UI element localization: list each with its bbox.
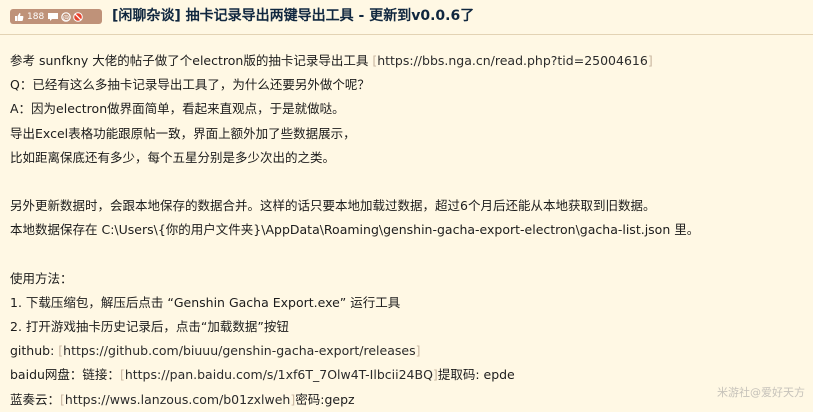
body-line-question: Q：已经有这么多抽卡记录导出工具了，为什么还要另外做个呢？	[10, 77, 370, 93]
baidu-label: baidu网盘：链接：	[10, 367, 120, 383]
bracket-right: ]	[415, 343, 421, 359]
baidu-code: 提取码: epde	[437, 367, 515, 383]
body-line-reference: 参考 sunfkny 大佬的帖子做了个electron版的抽卡记录导出工具 [h…	[10, 49, 805, 73]
post-body: 参考 sunfkny 大佬的帖子做了个electron版的抽卡记录导出工具 [h…	[10, 49, 805, 412]
body-line-lanzou: 蓝奏云：[https://wws.lanzous.com/b01zxlweh]密…	[10, 388, 805, 412]
reference-link[interactable]: https://bbs.nga.cn/read.php?tid=25004616	[377, 53, 648, 68]
reference-text: 参考 sunfkny 大佬的帖子做了个electron版的抽卡记录导出工具	[10, 53, 373, 68]
body-line-path: 本地数据保存在 C:\Users\{你的用户文件夹}\AppData\Roami…	[10, 222, 700, 238]
post-stats-badge: 188 @	[10, 9, 102, 24]
share-icon[interactable]: @	[61, 11, 71, 22]
post-title[interactable]: [闲聊杂谈] 抽卡记录导出两键导出工具 - 更新到v0.0.6了	[112, 5, 474, 25]
body-line-baidu: baidu网盘：链接：[https://pan.baidu.com/s/1xf6…	[10, 363, 805, 387]
baidu-link[interactable]: https://pan.baidu.com/s/1xf6T_7Olw4T-Ilb…	[125, 367, 433, 382]
post-header: 188 @ [闲聊杂谈] 抽卡记录导出两键导出工具 - 更新到v0.0.6了	[0, 0, 813, 34]
body-line-merge: 另外更新数据时，会跟本地保存的数据合并。这样的话只要本地加载过数据，超过6个月后…	[10, 198, 656, 214]
body-line-github: github: [https://github.com/biuuu/genshi…	[10, 339, 805, 363]
github-label: github:	[10, 343, 59, 359]
lanzou-label: 蓝奏云：	[10, 391, 61, 407]
body-line-answer: A：因为electron做界面简单，看起来直观点，于是就做哒。	[10, 101, 345, 117]
svg-text:@: @	[63, 13, 70, 21]
comment-icon[interactable]	[48, 12, 59, 21]
body-line-step2: 2. 打开游戏抽卡历史记录后，点击“加载数据”按钮	[10, 319, 289, 335]
like-count: 188	[27, 11, 45, 22]
lanzou-link[interactable]: https://wws.lanzous.com/b01zxlweh	[65, 392, 290, 407]
watermark: 米游社@爱好天方	[717, 386, 805, 399]
thumbs-up-icon[interactable]	[14, 12, 24, 22]
body-line-usage-heading: 使用方法：	[10, 270, 73, 286]
body-line-pity: 比如距离保底还有多少，每个五星分别是多少次出的之类。	[10, 149, 336, 165]
block-icon[interactable]	[73, 11, 83, 22]
header-divider	[0, 34, 813, 35]
body-line-step1: 1. 下载压缩包，解压后点击 “Genshin Gacha Export.exe…	[10, 294, 401, 310]
lanzou-code: 密码:gepz	[295, 391, 355, 407]
body-line-excel: 导出Excel表格功能跟原帖一致，界面上额外加了些数据展示，	[10, 125, 356, 141]
bracket-right: ]	[647, 53, 653, 68]
github-link[interactable]: https://github.com/biuuu/genshin-gacha-e…	[63, 343, 415, 358]
